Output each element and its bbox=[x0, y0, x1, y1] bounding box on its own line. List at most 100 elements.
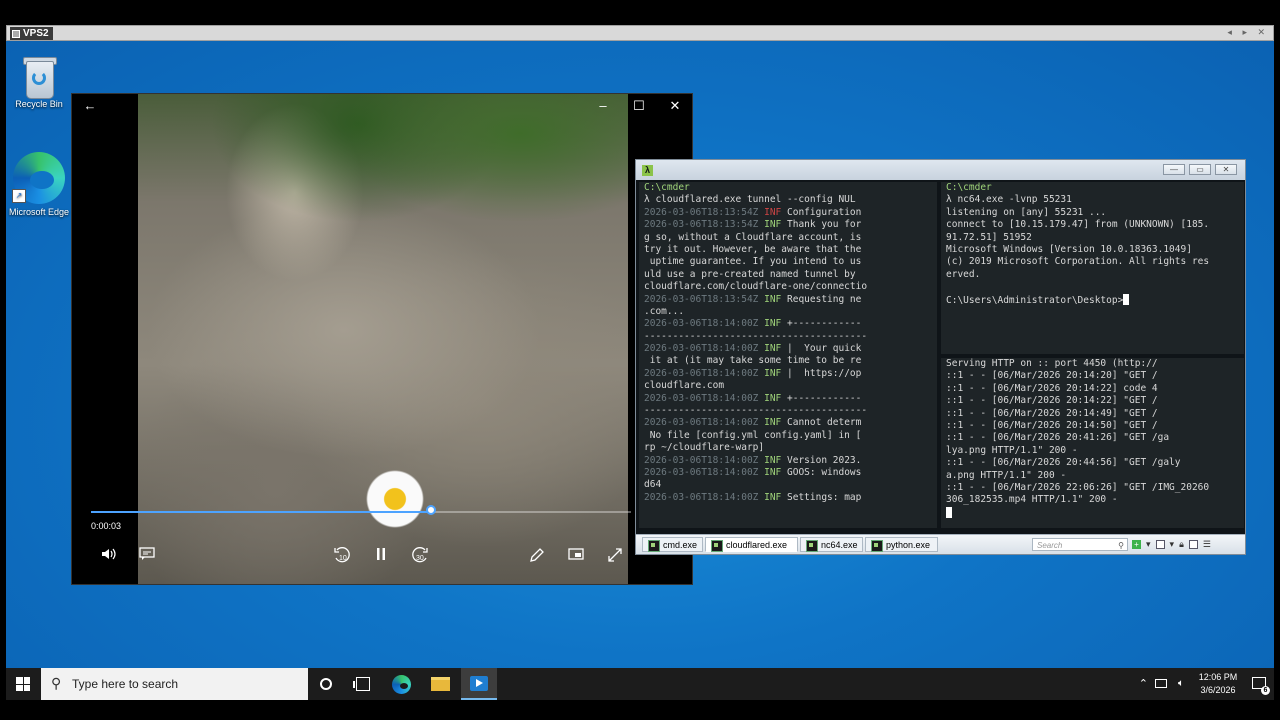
outer-frame-right bbox=[1274, 24, 1280, 720]
remote-desktop-tab[interactable]: VPS2 bbox=[10, 27, 53, 40]
seek-bar[interactable] bbox=[91, 505, 631, 515]
console-line: ::1 - - [06/Mar/2026 20:14:22] "GET / bbox=[941, 395, 1244, 407]
new-console-icon[interactable]: + bbox=[1132, 540, 1141, 549]
video-player-window[interactable]: ← – ☐ ✕ 0:00:03 10 30 bbox=[71, 93, 693, 585]
log-level: INF bbox=[764, 293, 782, 305]
close-icon[interactable]: ✕ bbox=[664, 96, 686, 116]
back-arrow-icon[interactable]: ← bbox=[79, 96, 101, 116]
subtitles-icon[interactable] bbox=[136, 544, 158, 564]
dropdown-icon[interactable]: ▾ bbox=[1146, 539, 1151, 550]
search-icon: ⚲ bbox=[1118, 541, 1124, 550]
console-text: --------------------------------------- bbox=[644, 330, 868, 342]
skip-forward-30-icon[interactable]: 30 bbox=[409, 544, 431, 564]
desktop-icon-edge[interactable]: ↗ Microsoft Edge bbox=[6, 149, 72, 217]
console-text: rp ~/cloudflare-warp] bbox=[644, 442, 765, 454]
console-icon bbox=[648, 540, 660, 552]
desktop-icon-recycle-bin[interactable]: Recycle Bin bbox=[6, 53, 72, 109]
taskbar-edge[interactable] bbox=[384, 668, 420, 700]
clock-date: 3/6/2026 bbox=[1200, 685, 1236, 695]
console-line: C:\Users\Administrator\Desktop> bbox=[941, 293, 1244, 306]
tab-nc64[interactable]: nc64.exe bbox=[800, 537, 863, 552]
skip-back-10-icon[interactable]: 10 bbox=[331, 544, 353, 564]
log-timestamp: 2026-03-06T18:14:00Z bbox=[644, 318, 765, 330]
log-message: Cannot determ bbox=[781, 417, 862, 429]
tab-python[interactable]: python.exe bbox=[865, 537, 938, 552]
cmder-close-button[interactable]: ✕ bbox=[1215, 164, 1237, 175]
console-text: it at (it may take some time to be re bbox=[644, 355, 862, 367]
console-line: ::1 - - [06/Mar/2026 22:06:26] "GET /IMG… bbox=[941, 482, 1244, 494]
cmder-minimize-button[interactable]: — bbox=[1163, 164, 1185, 175]
cmder-tabbar: cmd.exe cloudflared.exe nc64.exe python.… bbox=[636, 534, 1245, 554]
cortana-button[interactable] bbox=[308, 668, 344, 700]
text-cursor bbox=[1123, 293, 1130, 305]
console-text: connect to [10.15.179.47] from (UNKNOWN)… bbox=[946, 219, 1210, 231]
log-level: INF bbox=[764, 417, 782, 429]
console-line: Serving HTTP on :: port 4450 (http:// bbox=[941, 358, 1244, 370]
log-message: | https://op bbox=[781, 367, 862, 379]
cmder-titlebar[interactable]: λ — ▭ ✕ bbox=[636, 160, 1245, 180]
cmder-maximize-button[interactable]: ▭ bbox=[1189, 164, 1211, 175]
tab-cmd[interactable]: cmd.exe bbox=[642, 537, 703, 552]
taskbar-clock[interactable]: 12:06 PM 3/6/2026 bbox=[1188, 671, 1248, 697]
split-icon[interactable] bbox=[1188, 540, 1198, 549]
console-line: 91.72.51] 51952 bbox=[941, 232, 1244, 244]
maximize-icon[interactable]: ☐ bbox=[628, 96, 650, 116]
log-level: INF bbox=[764, 367, 782, 379]
log-timestamp: 2026-03-06T18:14:00Z bbox=[644, 454, 765, 466]
rdp-icon bbox=[12, 29, 20, 38]
dropdown-icon[interactable]: ▾ bbox=[1170, 539, 1175, 550]
edit-pen-icon[interactable] bbox=[526, 544, 548, 564]
log-level: INF bbox=[764, 454, 782, 466]
menu-icon[interactable]: ☰ bbox=[1203, 539, 1211, 550]
console-text: g so, without a Cloudflare account, is bbox=[644, 231, 862, 243]
volume-icon[interactable] bbox=[98, 544, 120, 564]
log-timestamp: 2026-03-06T18:13:54Z bbox=[644, 219, 765, 231]
tab-cloudflared[interactable]: cloudflared.exe bbox=[705, 537, 798, 552]
remote-desktop-bar[interactable]: VPS2 ◂ ▸ ✕ bbox=[6, 25, 1274, 41]
taskbar-media-player[interactable] bbox=[461, 668, 497, 700]
console-text: erved. bbox=[946, 268, 981, 280]
text-cursor bbox=[946, 506, 952, 518]
console-text: cloudflare.com/cloudflare-one/connectio bbox=[644, 281, 868, 293]
console-line: 2026-03-06T18:14:00Z INF Settings: map bbox=[639, 492, 937, 504]
console-text: No file [config.yml config.yaml] in [ bbox=[644, 429, 862, 441]
view-icon[interactable] bbox=[1155, 540, 1165, 549]
remote-desktop-controls[interactable]: ◂ ▸ ✕ bbox=[1227, 27, 1269, 38]
log-level: INF bbox=[764, 466, 782, 478]
pause-icon[interactable] bbox=[370, 544, 392, 564]
edge-icon: ↗ bbox=[10, 149, 68, 207]
log-message: +------------ bbox=[781, 318, 862, 330]
console-text: Serving HTTP on :: port 4450 (http:// bbox=[946, 358, 1158, 369]
console-line: No file [config.yml config.yaml] in [ bbox=[639, 430, 937, 442]
console-text: ::1 - - [06/Mar/2026 20:14:50] "GET / bbox=[946, 419, 1158, 431]
clock-time: 12:06 PM bbox=[1198, 672, 1238, 682]
show-hidden-icons-chevron-icon[interactable]: ⌃ bbox=[1139, 677, 1148, 690]
minimize-icon[interactable]: – bbox=[592, 96, 614, 116]
taskbar-search-box[interactable]: ⚲ Type here to search bbox=[41, 668, 308, 700]
playback-time: 0:00:03 bbox=[91, 521, 122, 531]
start-button[interactable] bbox=[6, 668, 40, 700]
console-pane-python[interactable]: Serving HTTP on :: port 4450 (http://::1… bbox=[941, 358, 1244, 528]
console-pane-cloudflared[interactable]: C:\cmder λ cloudflared.exe tunnel --confi… bbox=[639, 182, 937, 528]
console-pane-nc64[interactable]: C:\cmder λ nc64.exe -lvnp 55231 listening … bbox=[941, 182, 1244, 354]
fullscreen-icon[interactable] bbox=[604, 544, 626, 564]
console-line: 2026-03-06T18:14:00Z INF | https://op bbox=[639, 368, 937, 380]
console-line: 2026-03-06T18:14:00Z INF +------------ bbox=[639, 318, 937, 330]
log-level: INF bbox=[764, 206, 782, 218]
console-line: ::1 - - [06/Mar/2026 20:14:22] code 4 bbox=[941, 383, 1244, 395]
taskbar-file-explorer[interactable] bbox=[423, 668, 459, 700]
console-text: λ cloudflared.exe tunnel --config NUL bbox=[644, 194, 856, 206]
console-line: listening on [any] 55231 ... bbox=[941, 207, 1244, 219]
cmder-search-input[interactable]: Search ⚲ bbox=[1032, 538, 1128, 551]
console-text: ::1 - - [06/Mar/2026 20:14:22] "GET / bbox=[946, 395, 1158, 407]
cmder-window[interactable]: λ — ▭ ✕ C:\cmder λ cloudflared.exe tunnel… bbox=[635, 159, 1246, 555]
volume-icon[interactable]: 🔈︎ bbox=[1178, 678, 1184, 689]
lock-icon[interactable]: 🔒︎ bbox=[1179, 539, 1184, 550]
console-text: λ nc64.exe -lvnp 55231 bbox=[946, 194, 1072, 206]
console-text: C:\cmder bbox=[644, 182, 690, 193]
mini-view-icon[interactable] bbox=[565, 544, 587, 564]
network-icon[interactable] bbox=[1155, 679, 1167, 688]
console-line: ::1 - - [06/Mar/2026 20:14:49] "GET / bbox=[941, 408, 1244, 420]
log-message: +------------ bbox=[781, 392, 862, 404]
task-view-button[interactable] bbox=[345, 668, 381, 700]
